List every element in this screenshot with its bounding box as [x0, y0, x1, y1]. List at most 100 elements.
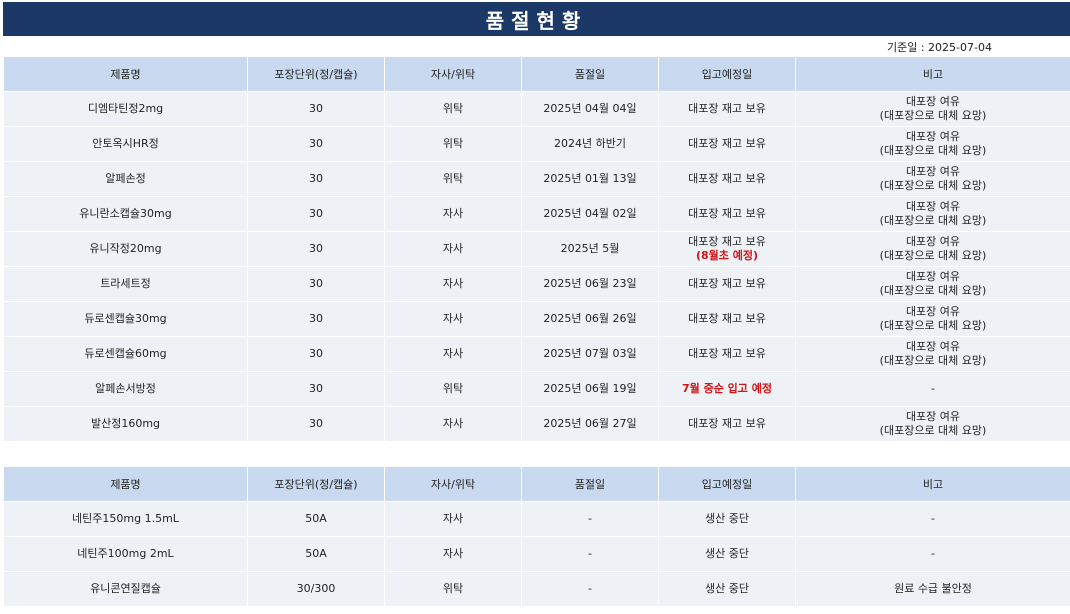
col-header-own-consign: 자사/위탁 [384, 466, 522, 502]
product-name-cell: 안토옥시HR정 [3, 126, 248, 162]
remarks-cell: 대포장 여유 (대포장으로 대체 요망) [795, 231, 1070, 267]
table-row: 듀로센캡슐30mg 30 자사 2025년 06월 26일 대포장 재고 보유 대포장 여… [3, 301, 1070, 337]
remark-line-1: 대포장 여유 [905, 200, 961, 213]
expected-date-cell: 생산 중단 [658, 501, 796, 537]
product-name-cell: 알페손서방정 [3, 371, 248, 407]
col-header-own-consign: 자사/위탁 [384, 56, 522, 92]
expected-date-cell: 대포장 재고 보유 [658, 126, 796, 162]
own-consign-cell: 자사 [384, 231, 522, 267]
remarks-cell: 대포장 여유 (대포장으로 대체 요망) [795, 336, 1070, 372]
expected-date-text: 대포장 재고 보유 [688, 172, 766, 185]
remark-line-1: 대포장 여유 [905, 340, 961, 353]
stockout-date-cell: 2025년 06월 26일 [521, 301, 659, 337]
reference-date: 기준일 : 2025-07-04 [887, 41, 992, 54]
pack-unit-cell: 30 [247, 231, 385, 267]
pack-unit-cell: 30 [247, 91, 385, 127]
pack-unit-cell: 30 [247, 126, 385, 162]
discontinued-table: 제품명 포장단위(정/캡슐) 자사/위탁 품절일 입고예정일 비고 네틴주150… [3, 466, 1070, 607]
product-name-cell: 트라세트정 [3, 266, 248, 302]
remarks-cell: 대포장 여유 (대포장으로 대체 요망) [795, 266, 1070, 302]
stockout-date-cell: - [521, 501, 659, 537]
product-name-cell: 네틴주150mg 1.5mL [3, 501, 248, 537]
expected-date-text: 대포장 재고 보유 [688, 277, 766, 290]
expected-date-text: 대포장 재고 보유 [688, 102, 766, 115]
remark-line-1: 대포장 여유 [905, 270, 961, 283]
col-header-expected-date: 입고예정일 [658, 466, 796, 502]
pack-unit-cell: 30 [247, 371, 385, 407]
stockout-date-cell: 2025년 01월 13일 [521, 161, 659, 197]
own-consign-cell: 위탁 [384, 161, 522, 197]
pack-unit-cell: 30 [247, 266, 385, 302]
own-consign-cell: 위탁 [384, 371, 522, 407]
own-consign-cell: 자사 [384, 406, 522, 442]
remark-line-2: (대포장으로 대체 요망) [879, 424, 987, 437]
table-row: 유니란소캡슐30mg 30 자사 2025년 04월 02일 대포장 재고 보유 대포장 … [3, 196, 1070, 232]
pack-unit-cell: 30 [247, 406, 385, 442]
expected-date-text: 대포장 재고 보유 [688, 312, 766, 325]
expected-date-text: 대포장 재고 보유 [688, 347, 766, 360]
product-name-cell: 네틴주100mg 2mL [3, 536, 248, 572]
remark-line-1: 대포장 여유 [905, 305, 961, 318]
pack-unit-cell: 30 [247, 301, 385, 337]
table-row: 안토옥시HR정 30 위탁 2024년 하반기 대포장 재고 보유 대포장 여유 (대포장으… [3, 126, 1070, 162]
page-title: 품절현황 [3, 2, 1070, 36]
expected-date-cell: 대포장 재고 보유 [658, 196, 796, 232]
product-name-cell: 듀로센캡슐30mg [3, 301, 248, 337]
remark-line-1: 대포장 여유 [905, 410, 961, 423]
table-row: 네틴주100mg 2mL 50A 자사 - 생산 중단 - [3, 536, 1070, 572]
table-row: 알페손서방정 30 위탁 2025년 06월 19일 7월 중순 입고 예정 - [3, 371, 1070, 407]
remarks-cell: - [795, 501, 1070, 537]
expected-date-cell: 대포장 재고 보유 [658, 161, 796, 197]
own-consign-cell: 자사 [384, 266, 522, 302]
col-header-product: 제품명 [3, 56, 248, 92]
stockout-date-cell: 2025년 5월 [521, 231, 659, 267]
stockout-date-cell: 2025년 06월 27일 [521, 406, 659, 442]
expected-date-cell: 대포장 재고 보유 [658, 336, 796, 372]
remark-line-2: (대포장으로 대체 요망) [879, 144, 987, 157]
own-consign-cell: 위탁 [384, 571, 522, 607]
remark-line-2: (대포장으로 대체 요망) [879, 179, 987, 192]
col-header-product: 제품명 [3, 466, 248, 502]
expected-date-cell: 대포장 재고 보유 [658, 301, 796, 337]
pack-unit-cell: 30 [247, 336, 385, 372]
pack-unit-cell: 50A [247, 501, 385, 537]
expected-date-cell: 대포장 재고 보유 [658, 266, 796, 302]
table-row: 듀로센캡슐60mg 30 자사 2025년 07월 03일 대포장 재고 보유 대포장 여… [3, 336, 1070, 372]
expected-date-text: 대포장 재고 보유 [688, 137, 766, 150]
spreadsheet-sheet: 품절현황 기준일 : 2025-07-04 제품명 포장단위(정/캡슐) 자사/… [0, 0, 1070, 614]
pack-unit-cell: 30 [247, 161, 385, 197]
remark-line-2: (대포장으로 대체 요망) [879, 354, 987, 367]
stockout-date-cell: 2025년 07월 03일 [521, 336, 659, 372]
expected-date-cell: 생산 중단 [658, 536, 796, 572]
pack-unit-cell: 30/300 [247, 571, 385, 607]
remarks-cell: 대포장 여유 (대포장으로 대체 요망) [795, 161, 1070, 197]
product-name-cell: 유니콘연질캡슐 [3, 571, 248, 607]
expected-date-cell: 대포장 재고 보유 [658, 406, 796, 442]
col-header-stockout-date: 품절일 [521, 56, 659, 92]
remarks-cell: 원료 수급 불안정 [795, 571, 1070, 607]
own-consign-cell: 자사 [384, 196, 522, 232]
product-name-cell: 유니란소캡슐30mg [3, 196, 248, 232]
remarks-cell: 대포장 여유 (대포장으로 대체 요망) [795, 126, 1070, 162]
own-consign-cell: 위탁 [384, 91, 522, 127]
remarks-cell: - [795, 371, 1070, 407]
expected-date-text: 대포장 재고 보유 [688, 417, 766, 430]
expected-date-cell: 생산 중단 [658, 571, 796, 607]
own-consign-cell: 위탁 [384, 126, 522, 162]
table-row: 유니콘연질캡슐 30/300 위탁 - 생산 중단 원료 수급 불안정 [3, 571, 1070, 607]
table-header-row: 제품명 포장단위(정/캡슐) 자사/위탁 품절일 입고예정일 비고 [3, 56, 1070, 92]
expected-date-cell: 7월 중순 입고 예정 [658, 371, 796, 407]
col-header-remarks: 비고 [795, 466, 1070, 502]
expected-date-text: 7월 중순 입고 예정 [682, 382, 772, 395]
own-consign-cell: 자사 [384, 336, 522, 372]
remark-line-1: 대포장 여유 [905, 165, 961, 178]
table-row: 디엠타틴정2mg 30 위탁 2025년 04월 04일 대포장 재고 보유 대포장 여유… [3, 91, 1070, 127]
stockout-table: 제품명 포장단위(정/캡슐) 자사/위탁 품절일 입고예정일 비고 디엠타틴정2… [3, 56, 1070, 442]
expected-date-text: 대포장 재고 보유 [688, 207, 766, 220]
remark-line-1: 대포장 여유 [905, 235, 961, 248]
remarks-cell: 대포장 여유 (대포장으로 대체 요망) [795, 301, 1070, 337]
expected-date-note: (8월초 예정) [695, 249, 759, 262]
table-header-row: 제품명 포장단위(정/캡슐) 자사/위탁 품절일 입고예정일 비고 [3, 466, 1070, 502]
product-name-cell: 유니작정20mg [3, 231, 248, 267]
remark-line-2: (대포장으로 대체 요망) [879, 109, 987, 122]
